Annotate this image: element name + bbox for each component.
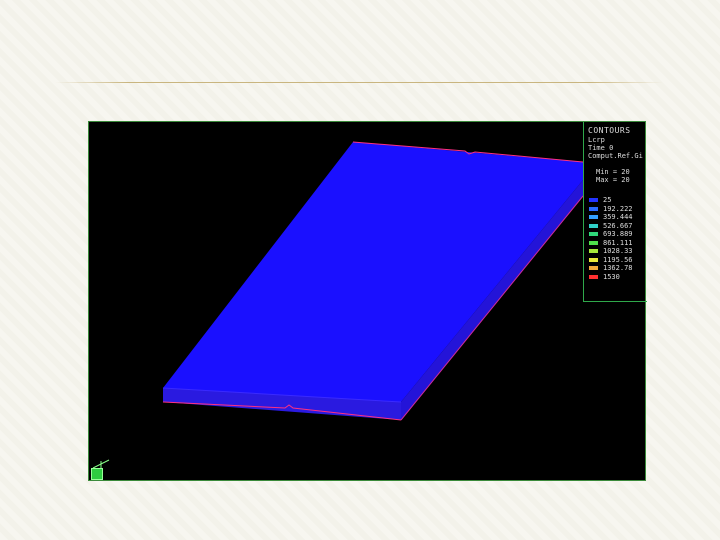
legend-swatch: [588, 256, 599, 263]
axis-origin-box: [91, 468, 103, 480]
legend-value: 1362.78: [603, 264, 633, 273]
legend-value: 25: [603, 196, 612, 205]
legend-info-line: Lcrp: [588, 136, 605, 144]
legend-scale-row: 1028.33: [588, 247, 647, 256]
contour-plot-viewport[interactable]: CONTOURS Lcrp Time 0 Comput.Ref.Gi Min =…: [88, 121, 647, 481]
legend-swatch: [588, 197, 599, 204]
legend-swatch: [588, 214, 599, 221]
slide-divider-line: [55, 82, 663, 83]
legend-max: Max = 20: [596, 176, 630, 184]
legend-swatch: [588, 231, 599, 238]
legend-value: 192.222: [603, 204, 633, 213]
legend-info-line: Time 0: [588, 144, 614, 152]
legend-scale-row: 1530: [588, 273, 647, 282]
legend-info-line: Comput.Ref.Gi: [588, 152, 643, 160]
legend-swatch: [588, 239, 599, 246]
legend-color-scale: 25 192.222 359.444 526.667 693.889 861.111 102…: [588, 196, 647, 281]
legend-value: 693.889: [603, 230, 633, 239]
legend-scale-row: 1195.56: [588, 256, 647, 265]
legend-swatch: [588, 205, 599, 212]
legend-swatch: [588, 222, 599, 229]
legend-value: 1028.33: [603, 247, 633, 256]
axis-triad: [91, 458, 111, 480]
legend-title: CONTOURS: [588, 126, 631, 135]
legend-scale-row: 693.889: [588, 230, 647, 239]
legend-value: 1530: [603, 272, 620, 281]
legend-info: Lcrp Time 0 Comput.Ref.Gi: [588, 136, 647, 160]
legend-scale-row: 359.444: [588, 213, 647, 222]
legend-scale-row: 25: [588, 196, 647, 205]
legend-minmax: Min = 20 Max = 20: [588, 168, 647, 184]
legend-scale-row: 192.222: [588, 205, 647, 214]
legend-scale-row: 526.667: [588, 222, 647, 231]
legend-value: 1195.56: [603, 255, 633, 264]
legend-swatch: [588, 248, 599, 255]
legend-swatch: [588, 265, 599, 272]
legend-min: Min = 20: [596, 168, 630, 176]
legend-value: 526.667: [603, 221, 633, 230]
legend-scale-row: 861.111: [588, 239, 647, 248]
contour-legend: CONTOURS Lcrp Time 0 Comput.Ref.Gi Min =…: [583, 122, 647, 302]
legend-value: 359.444: [603, 213, 633, 222]
legend-swatch: [588, 273, 599, 280]
legend-value: 861.111: [603, 238, 633, 247]
plate-model[interactable]: [89, 122, 645, 480]
legend-scale-row: 1362.78: [588, 264, 647, 273]
